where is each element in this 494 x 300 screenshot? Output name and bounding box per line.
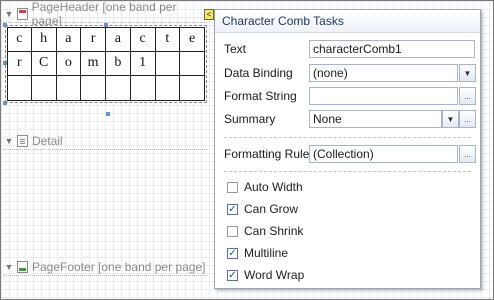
comb-cell: t xyxy=(155,27,181,52)
detail-band-icon xyxy=(17,134,28,147)
detail-band-label: Detail xyxy=(32,133,63,148)
option-label: Can Shrink xyxy=(244,224,304,238)
ellipsis-icon: ... xyxy=(464,149,471,159)
formatting-rules-label: Formatting Rules xyxy=(224,147,316,161)
data-binding-dropdown-button[interactable]: ▼ xyxy=(459,64,476,82)
comb-cell: c xyxy=(7,27,32,52)
comb-cell: m xyxy=(81,51,106,77)
summary-label: Summary xyxy=(224,112,276,126)
text-input[interactable]: characterComb1 xyxy=(309,40,475,58)
panel-title: Character Comb Tasks xyxy=(215,10,480,33)
page-header-band[interactable]: ▼ PageHeader [one band per page] xyxy=(3,1,207,28)
option-label: Can Grow xyxy=(244,202,299,216)
comb-cell: 1 xyxy=(130,51,156,77)
option-row[interactable]: Can Shrink xyxy=(227,224,303,238)
comb-cell xyxy=(155,51,181,77)
comb-cell xyxy=(106,76,131,101)
ellipsis-icon: ... xyxy=(464,114,471,124)
comb-cell: r xyxy=(7,51,32,77)
format-string-label: Format String xyxy=(224,89,297,103)
comb-cell xyxy=(180,51,205,77)
option-label: Word Wrap xyxy=(244,268,305,282)
chevron-down-icon: ▼ xyxy=(463,68,472,78)
page-header-band-icon xyxy=(16,7,28,20)
collapse-arrow-icon[interactable]: ▼ xyxy=(3,9,15,19)
checkbox-checked[interactable]: ✓ xyxy=(227,269,238,281)
data-binding-select[interactable]: (none) xyxy=(309,64,458,82)
comb-cell: o xyxy=(56,51,82,77)
page-footer-band-icon xyxy=(17,260,28,273)
comb-cell xyxy=(7,76,32,101)
comb-cell xyxy=(31,76,57,101)
resize-handle[interactable] xyxy=(104,23,108,27)
page-header-band-label: PageHeader [one band per page] xyxy=(31,0,177,28)
character-comb-control[interactable]: characterComb1 xyxy=(5,25,207,103)
smart-tag-button[interactable]: < xyxy=(204,9,214,20)
data-binding-label: Data Binding xyxy=(224,66,293,80)
ellipsis-icon: ... xyxy=(464,91,471,101)
checkbox-unchecked[interactable] xyxy=(227,225,238,237)
format-string-ellipsis-button[interactable]: ... xyxy=(459,87,476,105)
summary-select[interactable]: None xyxy=(309,110,442,128)
summary-ellipsis-button[interactable]: ... xyxy=(459,110,476,128)
resize-handle[interactable] xyxy=(3,61,7,65)
option-row[interactable]: Auto Width xyxy=(227,180,303,194)
comb-cell: b xyxy=(106,51,131,77)
collapse-arrow-icon[interactable]: ▼ xyxy=(3,136,15,146)
comb-cell xyxy=(56,76,82,101)
format-string-input[interactable] xyxy=(309,87,458,105)
resize-handle[interactable] xyxy=(3,23,7,27)
option-row[interactable]: ✓ Can Grow xyxy=(227,202,298,216)
page-footer-band[interactable]: ▼ PageFooter [one band per page] xyxy=(3,258,207,276)
comb-cell xyxy=(180,76,205,101)
option-row[interactable]: ✓ Word Wrap xyxy=(227,268,304,282)
formatting-rules-input[interactable]: (Collection) xyxy=(309,145,458,163)
report-designer-surface[interactable]: ▼ PageHeader [one band per page] < chara… xyxy=(0,0,494,300)
text-label: Text xyxy=(224,42,247,56)
comb-cell: a xyxy=(106,27,131,52)
comb-cell: h xyxy=(31,27,57,52)
summary-dropdown-button[interactable]: ▼ xyxy=(442,110,459,128)
formatting-rules-ellipsis-button[interactable]: ... xyxy=(459,145,476,163)
option-label: Multiline xyxy=(244,246,289,260)
option-label: Auto Width xyxy=(244,180,303,194)
comb-cell: r xyxy=(81,27,106,52)
comb-cell: a xyxy=(56,27,82,52)
character-comb-grid: characterComb1 xyxy=(7,27,205,101)
character-comb-tasks-panel: Character Comb Tasks Text characterComb1… xyxy=(214,9,481,289)
comb-cell xyxy=(81,76,106,101)
comb-cell: e xyxy=(180,27,205,52)
comb-cell: c xyxy=(130,27,156,52)
comb-cell xyxy=(130,76,156,101)
detail-band[interactable]: ▼ Detail xyxy=(3,132,207,150)
page-footer-band-label: PageFooter [one band per page] xyxy=(32,259,206,274)
chevron-down-icon: ▼ xyxy=(446,114,455,124)
option-row[interactable]: ✓ Multiline xyxy=(227,246,288,260)
resize-handle[interactable] xyxy=(106,112,110,116)
checkbox-unchecked[interactable] xyxy=(227,181,238,193)
comb-cell: C xyxy=(31,51,57,77)
divider xyxy=(224,137,471,138)
divider xyxy=(224,171,471,172)
checkbox-checked[interactable]: ✓ xyxy=(227,247,238,259)
checkbox-checked[interactable]: ✓ xyxy=(227,203,238,215)
resize-handle[interactable] xyxy=(3,101,7,105)
comb-cell xyxy=(155,76,181,101)
collapse-arrow-icon[interactable]: ▼ xyxy=(3,262,15,272)
